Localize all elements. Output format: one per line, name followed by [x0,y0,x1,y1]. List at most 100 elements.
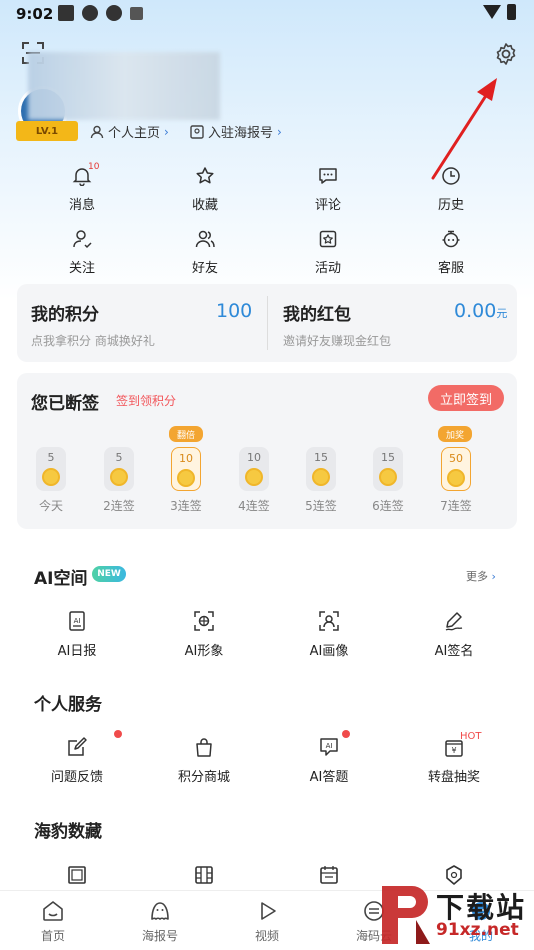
chevron-right-icon: › [277,124,282,139]
collection-title: 海豹数藏 [34,822,102,842]
watermark-url: 91xz.net [436,920,519,940]
ai-quiz-item[interactable]: AI AI答题 [274,734,384,785]
quick-item-label: 历史 [437,198,464,213]
more-label: 更多 [466,570,488,583]
checkin-day-1: 5 今天 [31,447,71,514]
day-label: 6连签 [372,499,404,513]
nav-video[interactable]: 视频 [232,899,302,944]
service-item-label: 问题反馈 [50,770,103,785]
nav-label: 视频 [254,929,279,943]
clock-icon [442,167,460,185]
status-time: 9:02 [16,5,54,23]
checkin-title: 您已断签 [31,394,99,414]
service-icon [442,230,460,248]
lottery-item[interactable]: ¥ 转盘抽奖 [399,734,509,785]
my-points-panel[interactable]: 我的积分 100 点我拿积分 商城换好礼 [17,284,267,362]
day-points: 5 [115,451,123,464]
svg-text:AI: AI [74,617,81,625]
activity-icon [319,230,337,248]
nav-home[interactable]: 首页 [18,899,88,944]
ai-signature-item[interactable]: AI签名 [399,608,509,659]
chevron-right-icon: › [491,570,496,583]
svg-text:AI: AI [326,742,333,750]
checkin-day-7: 50 7连签 [436,447,476,514]
ai-item-label: AI日报 [57,644,97,659]
feedback-item[interactable]: 问题反馈 [22,734,132,785]
ai-signature-icon [445,612,463,631]
film-grid-icon [195,866,213,884]
coin-icon [177,469,195,487]
quick-item-activity[interactable]: 活动 [288,227,368,276]
new-badge: NEW [92,566,126,582]
personal-service-title: 个人服务 [34,695,102,715]
id-card-icon [190,124,204,139]
feedback-red-dot [114,730,122,738]
status-notification-icons [58,5,143,21]
service-item-label: 积分商城 [177,770,230,785]
watermark-logo [382,886,430,944]
person-icon [90,125,104,138]
ai-avatar-item[interactable]: AI形象 [149,608,259,659]
quick-item-friends[interactable]: 好友 [165,227,245,276]
picture-frame-icon [68,866,86,884]
day-label: 4连签 [238,499,270,513]
wifi-icon [483,5,501,19]
quick-item-customer-service[interactable]: 客服 [411,227,491,276]
ai-quiz-icon: AI [320,738,338,756]
quick-item-label: 客服 [437,261,464,276]
message-count-badge: 10 [88,162,100,172]
quick-item-messages[interactable]: 10 消息 [42,162,122,213]
svg-text:¥: ¥ [451,746,456,755]
chevron-right-icon: › [164,124,169,139]
coin-icon [42,468,60,486]
day-label: 今天 [38,499,63,513]
quick-item-label: 好友 [191,261,218,276]
ai-daily-item[interactable]: AI AI日报 [22,608,132,659]
red-packet-unit: 元 [496,307,508,320]
wallet-card: 我的积分 100 点我拿积分 商城换好礼 我的红包 0.00元 邀请好友赚现金红… [17,284,517,362]
more-link[interactable]: 更多 › [466,568,496,584]
play-icon [261,902,276,920]
quick-item-favorites[interactable]: 收藏 [165,164,245,213]
ai-quiz-red-dot [342,730,350,738]
day-points: 15 [381,451,395,464]
my-red-packet-panel[interactable]: 我的红包 0.00元 邀请好友赚现金红包 [269,284,519,362]
nav-label: 海报号 [141,929,178,943]
join-poster-label: 入驻海报号 [208,126,274,141]
level-badge: LV.1 [16,121,78,141]
red-packet-subtitle: 邀请好友赚现金红包 [283,334,392,348]
quick-item-follow[interactable]: 关注 [42,227,122,276]
follow-icon [73,230,92,249]
join-poster-link[interactable]: 入驻海报号 › [190,122,282,141]
site-watermark: 下载站 91xz.net [358,880,534,950]
quick-item-label: 活动 [314,261,341,276]
checkin-day-6: 15 6连签 [368,447,408,514]
points-mall-item[interactable]: 积分商城 [149,734,259,785]
quick-item-label: 评论 [314,198,341,213]
gear-icon[interactable] [494,42,518,66]
nav-poster[interactable]: 海报号 [125,899,195,944]
bonus-tag: 加奖 [438,426,472,442]
feedback-icon [68,737,87,756]
notification-app-icon [58,5,74,21]
coin-icon [379,468,397,486]
status-system-icons [483,4,516,20]
day-points: 10 [179,452,193,465]
service-item-label: 转盘抽奖 [427,770,480,785]
ai-daily-icon: AI [69,611,85,631]
notification-app-icon [130,7,143,20]
day-points: 50 [449,452,463,465]
quick-item-comments[interactable]: 评论 [288,164,368,213]
seal-icon [151,902,169,920]
checkin-hint: 签到领积分 [116,394,177,408]
personal-homepage-link[interactable]: 个人主页 › [90,122,169,141]
home-icon [43,901,63,921]
coin-icon [312,468,330,486]
service-item-label: AI答题 [309,770,349,785]
checkin-day-4: 10 4连签 [234,447,274,514]
quick-item-history[interactable]: 历史 [411,164,491,213]
checkin-button[interactable]: 立即签到 [428,385,504,411]
my-points-title: 我的积分 [31,305,99,325]
double-tag: 翻倍 [169,426,203,442]
ai-portrait-item[interactable]: AI画像 [274,608,384,659]
